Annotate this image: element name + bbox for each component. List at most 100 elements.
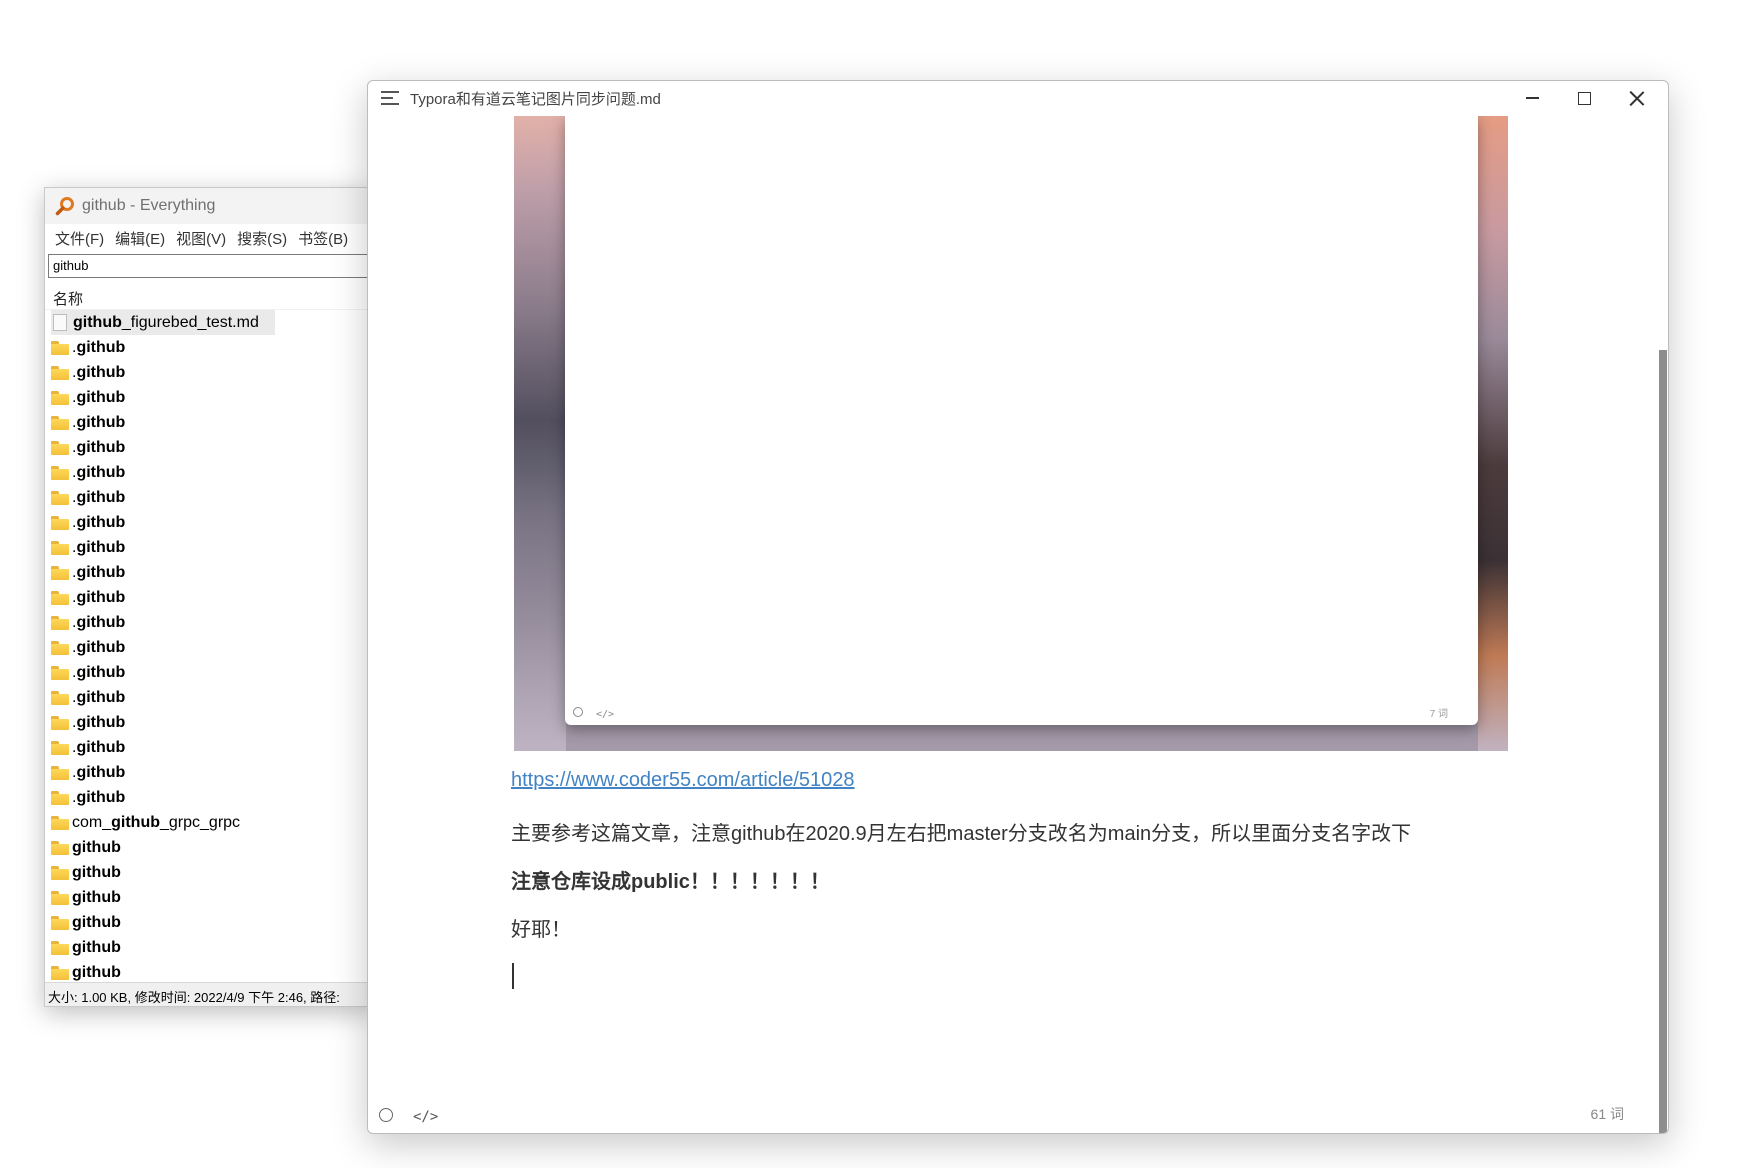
folder-icon [51,890,69,905]
source-code-mode-icon[interactable]: </> [413,1109,438,1125]
result-name: .github [72,538,126,556]
text-caret[interactable] [512,963,514,989]
result-row[interactable]: github [51,885,373,910]
article-link[interactable]: https://www.coder55.com/article/51028 [511,769,855,792]
result-name: .github [72,663,126,681]
menu-view[interactable]: 视图(V) [174,228,235,249]
result-row[interactable]: github_figurebed_test.md [51,310,275,335]
menu-edit[interactable]: 编辑(E) [113,228,174,249]
result-row[interactable]: com_github_grpc_grpc [51,810,373,835]
folder-icon [51,340,69,355]
result-row[interactable]: .github [51,735,373,760]
folder-icon [51,415,69,430]
markdown-file-icon [53,314,67,331]
typora-window: Typora和有道云笔记图片同步问题.md </> 7 词 https://ww… [367,80,1669,1134]
result-row[interactable]: .github [51,785,373,810]
folder-icon [51,565,69,580]
mountain-background-left [514,116,566,751]
result-row[interactable]: .github [51,335,373,360]
typora-titlebar[interactable]: Typora和有道云笔记图片同步问题.md [368,81,1668,115]
sidebar-toggle-circle-icon[interactable] [379,1108,393,1122]
minimize-button[interactable] [1506,81,1558,115]
menu-search[interactable]: 搜索(S) [235,228,296,249]
result-name: .github [72,688,126,706]
embedded-source-code-icon: </> [596,709,615,720]
column-header-name[interactable]: 名称 [45,284,373,310]
everything-title: github - Everything [82,197,216,214]
result-row[interactable]: github [51,835,373,860]
result-row[interactable]: .github [51,410,373,435]
folder-icon [51,665,69,680]
result-row[interactable]: .github [51,685,373,710]
result-row[interactable]: .github [51,535,373,560]
folder-icon [51,840,69,855]
result-name: .github [72,588,126,606]
result-name: .github [72,463,126,481]
word-count[interactable]: 61 词 [1591,1104,1624,1124]
folder-icon [51,940,69,955]
folder-icon [51,490,69,505]
result-row[interactable]: .github [51,635,373,660]
close-icon [1629,91,1644,106]
result-row[interactable]: .github [51,460,373,485]
maximize-icon [1577,91,1591,105]
result-row[interactable]: .github [51,435,373,460]
vertical-scrollbar[interactable] [1659,116,1668,1133]
folder-icon [51,965,69,980]
result-row[interactable]: .github [51,385,373,410]
minimize-icon [1525,97,1539,99]
result-row[interactable]: github [51,935,373,960]
result-name: .github [72,563,126,581]
typora-footer: </> 61 词 [368,1097,1668,1133]
paragraph-yay: 好耶！ [511,919,571,941]
folder-icon [51,815,69,830]
result-name: .github [72,638,126,656]
result-row[interactable]: .github [51,760,373,785]
folder-icon [51,690,69,705]
menu-bookmarks[interactable]: 书签(B) [296,228,357,249]
folder-icon [51,715,69,730]
result-name: .github [72,488,126,506]
result-row[interactable]: .github [51,485,373,510]
everything-window: github - Everything 文件(F) 编辑(E) 视图(V) 搜索… [44,187,374,1007]
close-button[interactable] [1610,81,1662,115]
result-row[interactable]: .github [51,360,373,385]
result-row[interactable]: .github [51,585,373,610]
result-name: .github [72,738,126,756]
magnifier-icon [55,196,75,216]
result-name: .github [72,713,126,731]
menu-file[interactable]: 文件(F) [53,228,113,249]
mountain-background-right [1478,116,1508,751]
folder-icon [51,740,69,755]
everything-titlebar[interactable]: github - Everything [45,188,373,224]
result-row[interactable]: .github [51,560,373,585]
result-name: github [72,888,121,906]
folder-icon [51,515,69,530]
result-row[interactable]: github [51,860,373,885]
hamburger-menu-icon[interactable] [381,91,399,105]
scrollbar-thumb[interactable] [1659,350,1667,1133]
maximize-button[interactable] [1558,81,1610,115]
embedded-typora-window: </> 7 词 [565,116,1478,725]
folder-icon [51,865,69,880]
folder-icon [51,790,69,805]
result-name: github [72,838,121,856]
result-row[interactable]: .github [51,510,373,535]
result-name: .github [72,413,126,431]
document-title: Typora和有道云笔记图片同步问题.md [410,91,661,108]
result-name: .github [72,513,126,531]
result-row[interactable]: .github [51,660,373,685]
embedded-screenshot-image: </> 7 词 [514,116,1508,751]
paragraph-public-warning: 注意仓库设成public！！！！！！！ [511,871,830,893]
results-list: github_figurebed_test.md .github .github .g… [45,310,373,985]
folder-icon [51,440,69,455]
result-name: github [72,863,121,881]
folder-icon [51,540,69,555]
result-name: .github [72,613,126,631]
result-row[interactable]: .github [51,710,373,735]
search-input[interactable]: github [48,254,371,278]
result-row[interactable]: github [51,910,373,935]
result-row[interactable]: .github [51,610,373,635]
folder-icon [51,590,69,605]
status-bar: 大小: 1.00 KB, 修改时间: 2022/4/9 下午 2:46, 路径: [45,982,373,1006]
